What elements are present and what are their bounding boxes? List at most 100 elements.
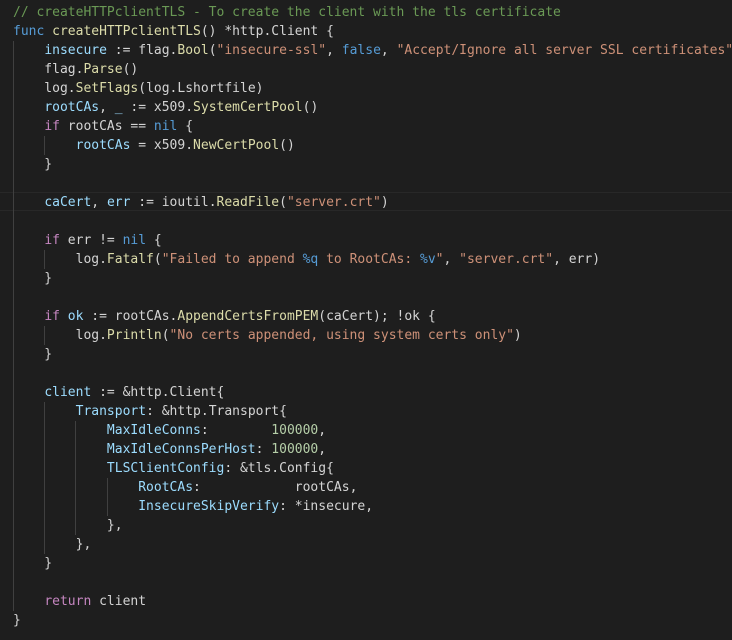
code-token: _ [114, 100, 123, 115]
code-token: } [13, 157, 53, 172]
code-token: err != [59, 233, 123, 248]
code-token: client [91, 594, 147, 609]
code-token: " [435, 252, 444, 267]
code-line: func createHTTPclientTLS() *http.Client … [13, 22, 334, 41]
code-token: rootCAs [44, 100, 100, 115]
code-line: log.SetFlags(log.Lshortfile) [13, 79, 263, 98]
code-token: %v [420, 252, 436, 267]
code-token: createHTTPclientTLS [52, 24, 201, 39]
code-token: , [443, 252, 460, 267]
code-token: () [279, 138, 295, 153]
code-token: // createHTTPclientTLS - To create the c… [13, 5, 561, 20]
code-token: nil [122, 233, 147, 248]
code-token: ( [208, 43, 217, 58]
code-line: flag.Parse() [13, 60, 138, 79]
code-token: ) [380, 195, 389, 210]
code-line: // createHTTPclientTLS - To create the c… [13, 3, 561, 22]
code-token: "insecure-ssl" [216, 43, 327, 58]
code-token: (caCert); !ok { [318, 309, 436, 324]
code-token: () [122, 62, 139, 77]
code-token: MaxIdleConns [106, 423, 201, 438]
code-token: err [106, 195, 131, 210]
code-token: , [99, 100, 115, 115]
code-token: , [380, 43, 397, 58]
code-line: client := &http.Client{ [13, 383, 224, 402]
code-token: : rootCAs, [193, 480, 358, 495]
code-token: Bool [177, 43, 209, 58]
code-token: := &http.Client{ [91, 385, 225, 400]
code-token: SetFlags [75, 81, 139, 96]
code-token: : *insecure, [279, 499, 374, 514]
code-token: ( [279, 195, 287, 210]
code-token: ) [513, 328, 522, 343]
code-token: "server.crt" [286, 195, 381, 210]
code-line: RootCAs: rootCAs, [13, 478, 357, 497]
code-token: ok [67, 309, 84, 324]
code-line: if err != nil { [13, 231, 162, 250]
code-token: rootCAs [75, 138, 131, 153]
code-token: := ioutil. [130, 195, 217, 210]
code-line: log.Fatalf("Failed to append %q to RootC… [13, 250, 600, 269]
code-token: := flag. [106, 43, 178, 58]
code-line: TLSClientConfig: &tls.Config{ [13, 459, 334, 478]
code-token: Parse [83, 62, 123, 77]
code-token: } [13, 613, 21, 628]
code-line: Transport: &http.Transport{ [13, 402, 287, 421]
code-token: , [91, 195, 107, 210]
code-token: { [146, 233, 162, 248]
code-token: , [326, 43, 342, 58]
code-token: = x509. [130, 138, 194, 153]
code-token: : [200, 423, 272, 438]
code-token: : [255, 442, 272, 457]
code-token: "Failed to append [161, 252, 303, 267]
code-token: "server.crt" [459, 252, 554, 267]
code-token: , err) [553, 252, 601, 267]
code-token: if [44, 309, 60, 324]
code-token: }, [13, 537, 92, 552]
code-token: %q [302, 252, 319, 267]
code-line: } [13, 269, 52, 288]
code-token: (log.Lshortfile) [138, 81, 264, 96]
code-token: NewCertPool [193, 138, 280, 153]
code-line: if rootCAs == nil { [13, 117, 193, 136]
code-line: MaxIdleConns: 100000, [13, 421, 326, 440]
code-token: log. [13, 81, 76, 96]
code-token: client [44, 385, 92, 400]
code-token: AppendCertsFromPEM [177, 309, 319, 324]
code-token: } [13, 271, 53, 286]
code-token: ReadFile [216, 195, 280, 210]
code-token: ( [161, 328, 170, 343]
code-token: } [13, 556, 53, 571]
code-token: , [318, 442, 327, 457]
code-token: return [44, 594, 92, 609]
code-line: InsecureSkipVerify: *insecure, [13, 497, 373, 516]
code-line: caCert, err := ioutil.ReadFile("server.c… [13, 193, 389, 212]
code-token: flag. [13, 62, 84, 77]
code-token: ( [153, 252, 162, 267]
code-token: if [44, 119, 60, 134]
code-token: "No certs appended, using system certs o… [169, 328, 514, 343]
code-token: { [177, 119, 194, 134]
code-token: : &tls.Config{ [224, 461, 334, 476]
code-token: log. [13, 252, 107, 267]
code-token: log. [13, 328, 107, 343]
code-token: caCert [44, 195, 92, 210]
code-token: to RootCAs: [318, 252, 421, 267]
code-line: } [13, 345, 52, 364]
code-editor[interactable]: // createHTTPclientTLS - To create the c… [0, 0, 732, 640]
code-token: func [13, 24, 45, 39]
code-token: := x509. [122, 100, 194, 115]
